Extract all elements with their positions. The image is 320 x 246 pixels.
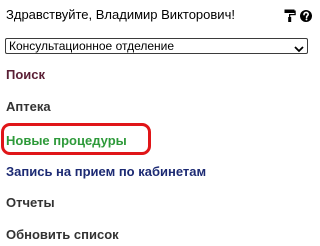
menu-item-reports[interactable]: Отчеты (6, 195, 55, 210)
paint-roller-icon[interactable] (284, 9, 296, 22)
chevron-down-icon (294, 41, 304, 53)
menu-item-appointment-by-cabinet[interactable]: Запись на прием по кабинетам (6, 164, 206, 179)
department-select[interactable]: Консультационное отделение (5, 38, 308, 54)
help-icon[interactable] (300, 9, 312, 22)
menu-item-search[interactable]: Поиск (6, 67, 45, 82)
department-select-value: Консультационное отделение (9, 39, 175, 53)
menu-item-pharmacy[interactable]: Аптека (6, 99, 51, 114)
greeting-text: Здравствуйте, Владимир Викторович! (6, 7, 235, 22)
menu-item-refresh-list[interactable]: Обновить список (6, 227, 119, 242)
side-panel: Здравствуйте, Владимир Викторович! Консу… (0, 0, 320, 246)
header-icons (284, 9, 312, 22)
menu-item-new-procedures[interactable]: Новые процедуры (6, 133, 127, 148)
